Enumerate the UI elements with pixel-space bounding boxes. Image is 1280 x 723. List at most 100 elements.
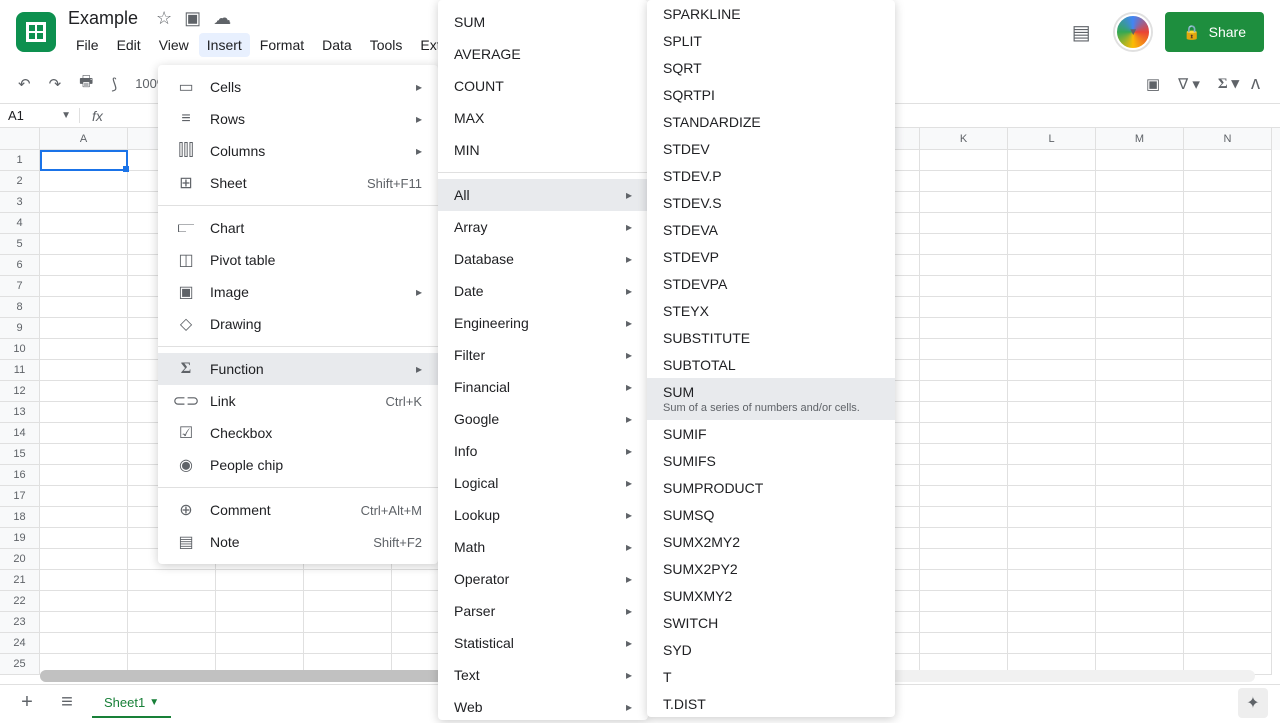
function-item-stdev[interactable]: STDEV [647, 135, 895, 162]
cell[interactable] [304, 633, 392, 654]
function-item-sumx2py2[interactable]: SUMX2PY2 [647, 555, 895, 582]
cell[interactable] [40, 381, 128, 402]
cell[interactable] [40, 318, 128, 339]
redo-icon[interactable]: ↷ [43, 71, 68, 97]
cell[interactable] [920, 255, 1008, 276]
cell[interactable] [216, 612, 304, 633]
cell[interactable] [1184, 339, 1272, 360]
cell[interactable] [1008, 213, 1096, 234]
function-item-sparkline[interactable]: SPARKLINE [647, 0, 895, 27]
cell[interactable] [40, 528, 128, 549]
cell[interactable] [216, 570, 304, 591]
menu-item-math[interactable]: Math▸ [438, 531, 648, 563]
cell[interactable] [1096, 213, 1184, 234]
cell[interactable] [920, 234, 1008, 255]
cell[interactable] [920, 570, 1008, 591]
function-item-sum[interactable]: SUMSum of a series of numbers and/or cel… [647, 378, 895, 420]
filter-icon[interactable]: ∇ ▾ [1172, 71, 1206, 97]
menu-item-pivot-table[interactable]: ◫Pivot table [158, 244, 438, 276]
menubar-item-format[interactable]: Format [252, 33, 312, 57]
cell[interactable] [40, 297, 128, 318]
cell[interactable] [40, 507, 128, 528]
cell[interactable] [1184, 213, 1272, 234]
cell[interactable] [1008, 150, 1096, 171]
cell[interactable] [1008, 591, 1096, 612]
cell[interactable] [40, 570, 128, 591]
cell[interactable] [1096, 549, 1184, 570]
cell[interactable] [920, 591, 1008, 612]
menu-item-chart[interactable]: ⫍Chart [158, 212, 438, 244]
row-header[interactable]: 9 [0, 318, 40, 339]
sheets-logo[interactable] [16, 12, 56, 52]
row-header[interactable]: 15 [0, 444, 40, 465]
cell[interactable] [1184, 570, 1272, 591]
function-item-sqrt[interactable]: SQRT [647, 54, 895, 81]
cell[interactable] [920, 318, 1008, 339]
cell[interactable] [920, 150, 1008, 171]
cell[interactable] [920, 486, 1008, 507]
menu-item-rows[interactable]: ≡Rows▸ [158, 103, 438, 135]
cell[interactable] [216, 591, 304, 612]
function-item-stdeva[interactable]: STDEVA [647, 216, 895, 243]
row-header[interactable]: 8 [0, 297, 40, 318]
menu-item-image[interactable]: ▣Image▸ [158, 276, 438, 308]
cell[interactable] [1096, 633, 1184, 654]
cell[interactable] [1096, 612, 1184, 633]
row-header[interactable]: 25 [0, 654, 40, 675]
menu-item-people-chip[interactable]: ◉People chip [158, 449, 438, 481]
cell[interactable] [1008, 465, 1096, 486]
menu-item-filter[interactable]: Filter▸ [438, 339, 648, 371]
row-header[interactable]: 11 [0, 360, 40, 381]
menu-item-database[interactable]: Database▸ [438, 243, 648, 275]
cell[interactable] [1184, 171, 1272, 192]
cell[interactable] [40, 339, 128, 360]
cell[interactable] [1096, 234, 1184, 255]
cell[interactable] [1184, 486, 1272, 507]
cell[interactable] [1184, 549, 1272, 570]
cell[interactable] [1184, 360, 1272, 381]
cell[interactable] [304, 570, 392, 591]
cell[interactable] [1184, 444, 1272, 465]
function-item-sumproduct[interactable]: SUMPRODUCT [647, 474, 895, 501]
function-item-substitute[interactable]: SUBSTITUTE [647, 324, 895, 351]
cell[interactable] [1008, 381, 1096, 402]
cell[interactable] [920, 444, 1008, 465]
cell[interactable] [1096, 255, 1184, 276]
menu-item-statistical[interactable]: Statistical▸ [438, 627, 648, 659]
row-header[interactable]: 4 [0, 213, 40, 234]
cell[interactable] [40, 486, 128, 507]
cell[interactable] [1096, 591, 1184, 612]
cell[interactable] [920, 465, 1008, 486]
cell[interactable] [40, 360, 128, 381]
row-header[interactable]: 24 [0, 633, 40, 654]
cell[interactable] [920, 423, 1008, 444]
cell[interactable] [1008, 171, 1096, 192]
cell[interactable] [920, 381, 1008, 402]
function-item-subtotal[interactable]: SUBTOTAL [647, 351, 895, 378]
meet-call-icon[interactable]: ▼ [1115, 14, 1151, 50]
cell[interactable] [1008, 318, 1096, 339]
cell[interactable] [1096, 150, 1184, 171]
select-all-corner[interactable] [0, 128, 40, 150]
menu-item-sheet[interactable]: ⊞SheetShift+F11 [158, 167, 438, 199]
cell[interactable] [1184, 276, 1272, 297]
cell[interactable] [1184, 423, 1272, 444]
cell[interactable] [1008, 486, 1096, 507]
menu-item-drawing[interactable]: ◇Drawing [158, 308, 438, 340]
row-header[interactable]: 1 [0, 150, 40, 171]
row-header[interactable]: 21 [0, 570, 40, 591]
cell[interactable] [304, 612, 392, 633]
cell[interactable] [1008, 360, 1096, 381]
cell[interactable] [920, 339, 1008, 360]
function-item-sumx2my2[interactable]: SUMX2MY2 [647, 528, 895, 555]
function-item-stdevp[interactable]: STDEVP [647, 243, 895, 270]
row-header[interactable]: 14 [0, 423, 40, 444]
menu-item-sum[interactable]: SUM [438, 6, 648, 38]
column-header[interactable]: K [920, 128, 1008, 150]
menu-item-operator[interactable]: Operator▸ [438, 563, 648, 595]
menu-item-text[interactable]: Text▸ [438, 659, 648, 691]
cell[interactable] [128, 612, 216, 633]
cell[interactable] [40, 549, 128, 570]
column-header[interactable]: L [1008, 128, 1096, 150]
cell[interactable] [920, 276, 1008, 297]
